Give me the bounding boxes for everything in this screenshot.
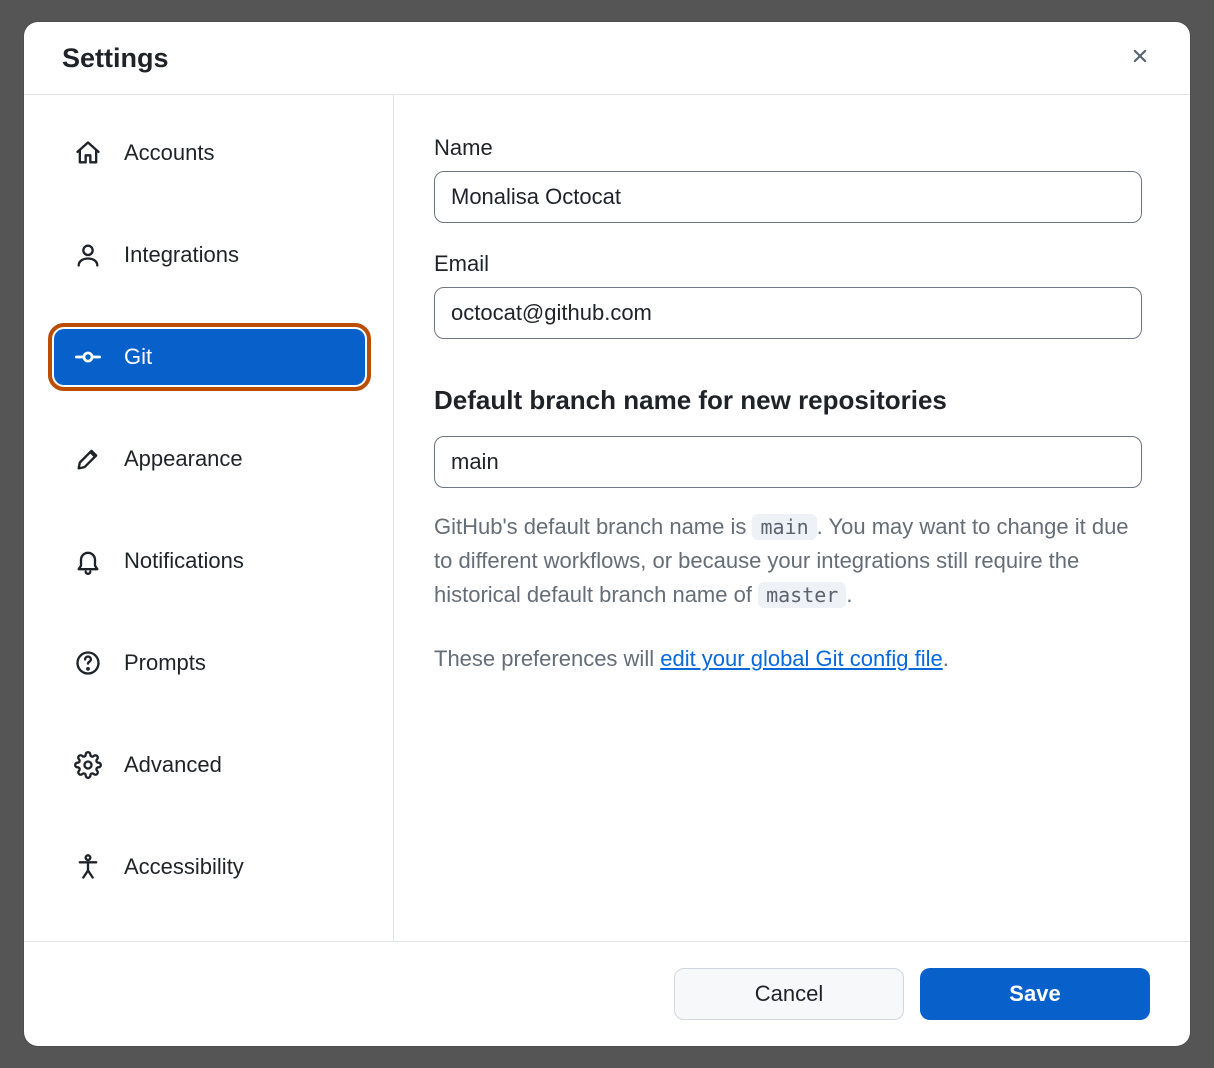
- dialog-title: Settings: [62, 43, 169, 74]
- sidebar-item-prompts[interactable]: Prompts: [54, 635, 365, 691]
- hint-code-master: master: [758, 582, 846, 608]
- sidebar: Accounts Integrations Git Appearance: [24, 95, 394, 941]
- sidebar-item-label: Appearance: [124, 446, 243, 472]
- config-note: These preferences will edit your global …: [434, 646, 1142, 672]
- edit-git-config-link[interactable]: edit your global Git config file: [660, 646, 943, 671]
- content-pane: Name Email Default branch name for new r…: [394, 95, 1190, 941]
- note-text: .: [943, 646, 949, 671]
- sidebar-item-notifications[interactable]: Notifications: [54, 533, 365, 589]
- sidebar-item-integrations[interactable]: Integrations: [54, 227, 365, 283]
- sidebar-item-label: Notifications: [124, 548, 244, 574]
- sidebar-item-git[interactable]: Git: [54, 329, 365, 385]
- close-button[interactable]: [1122, 40, 1158, 76]
- sidebar-item-advanced[interactable]: Advanced: [54, 737, 365, 793]
- settings-dialog: Settings Accounts Integrations: [24, 22, 1190, 1046]
- sidebar-item-label: Accessibility: [124, 854, 244, 880]
- save-button[interactable]: Save: [920, 968, 1150, 1020]
- paintbrush-icon: [74, 445, 102, 473]
- sidebar-item-label: Integrations: [124, 242, 239, 268]
- email-label: Email: [434, 251, 1142, 277]
- email-input[interactable]: [434, 287, 1142, 339]
- sidebar-item-accounts[interactable]: Accounts: [54, 125, 365, 181]
- dialog-header: Settings: [24, 22, 1190, 95]
- hint-text: GitHub's default branch name is: [434, 514, 752, 539]
- sidebar-item-appearance[interactable]: Appearance: [54, 431, 365, 487]
- hint-text: .: [846, 582, 852, 607]
- default-branch-input[interactable]: [434, 436, 1142, 488]
- name-label: Name: [434, 135, 1142, 161]
- sidebar-item-label: Prompts: [124, 650, 206, 676]
- question-icon: [74, 649, 102, 677]
- hint-code-main: main: [752, 514, 816, 540]
- person-icon: [74, 241, 102, 269]
- home-icon: [74, 139, 102, 167]
- bell-icon: [74, 547, 102, 575]
- gear-icon: [74, 751, 102, 779]
- sidebar-item-accessibility[interactable]: Accessibility: [54, 839, 365, 895]
- accessibility-icon: [74, 853, 102, 881]
- note-text: These preferences will: [434, 646, 660, 671]
- sidebar-item-label: Accounts: [124, 140, 215, 166]
- name-input[interactable]: [434, 171, 1142, 223]
- dialog-body: Accounts Integrations Git Appearance: [24, 95, 1190, 941]
- close-icon: [1129, 45, 1151, 72]
- default-branch-hint: GitHub's default branch name is main. Yo…: [434, 510, 1142, 612]
- dialog-footer: Cancel Save: [24, 941, 1190, 1046]
- default-branch-heading: Default branch name for new repositories: [434, 385, 1142, 416]
- git-commit-icon: [74, 343, 102, 371]
- sidebar-item-label: Git: [124, 344, 152, 370]
- sidebar-item-label: Advanced: [124, 752, 222, 778]
- cancel-button[interactable]: Cancel: [674, 968, 904, 1020]
